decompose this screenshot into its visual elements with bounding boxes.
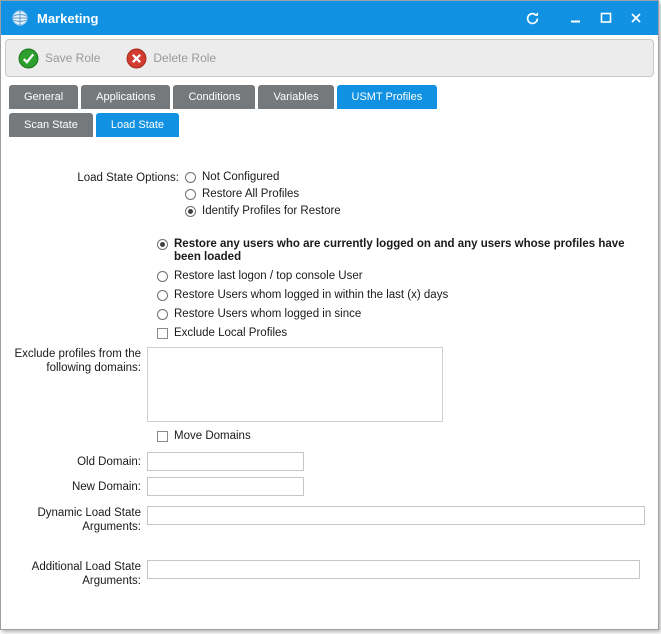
tab-load-state[interactable]: Load State: [96, 113, 179, 137]
exclude-domains-label: Exclude profiles from the following doma…: [7, 347, 147, 375]
dynamic-args-label: Dynamic Load State Arguments:: [7, 506, 147, 534]
maximize-icon[interactable]: [594, 6, 618, 30]
refresh-icon[interactable]: [520, 6, 544, 30]
tab-general[interactable]: General: [9, 85, 78, 109]
new-domain-label: New Domain:: [7, 477, 147, 494]
old-domain-label: Old Domain:: [7, 452, 147, 469]
exclude-domains-row: Exclude profiles from the following doma…: [7, 347, 646, 422]
old-domain-row: Old Domain:: [7, 452, 646, 471]
radio-restore-logged-on-users[interactable]: Restore any users who are currently logg…: [157, 238, 646, 264]
checkbox-icon: [157, 431, 168, 442]
load-state-options-group: Not Configured Restore All Profiles Iden…: [185, 171, 341, 222]
title-bar: Marketing: [1, 1, 658, 35]
tab-scan-state[interactable]: Scan State: [9, 113, 93, 137]
exclude-domains-textarea[interactable]: [147, 347, 443, 422]
window-controls: [520, 6, 648, 30]
window-title: Marketing: [37, 11, 520, 26]
load-state-options-row: Load State Options: Not Configured Resto…: [7, 171, 646, 222]
save-role-button[interactable]: Save Role: [18, 48, 100, 69]
radio-label: Restore last logon / top console User: [174, 270, 363, 283]
secondary-tabs: Scan State Load State: [9, 113, 658, 137]
save-role-label: Save Role: [45, 51, 100, 65]
radio-restore-last-x-days[interactable]: Restore Users whom logged in within the …: [157, 289, 646, 302]
delete-role-button[interactable]: Delete Role: [126, 48, 216, 69]
old-domain-input[interactable]: [147, 452, 304, 471]
tab-usmt-profiles[interactable]: USMT Profiles: [337, 85, 438, 109]
exclude-local-profiles-checkbox[interactable]: Exclude Local Profiles: [157, 327, 646, 339]
checkbox-label: Move Domains: [174, 430, 251, 442]
minimize-icon[interactable]: [564, 6, 588, 30]
radio-not-configured[interactable]: Not Configured: [185, 171, 341, 184]
load-state-panel: Load State Options: Not Configured Resto…: [1, 137, 658, 588]
radio-restore-since[interactable]: Restore Users whom logged in since: [157, 308, 646, 321]
radio-icon: [157, 309, 168, 320]
checkbox-label: Exclude Local Profiles: [174, 327, 287, 339]
radio-identify-profiles[interactable]: Identify Profiles for Restore: [185, 205, 341, 218]
radio-icon: [157, 290, 168, 301]
delete-x-icon: [126, 48, 147, 69]
close-icon[interactable]: [624, 6, 648, 30]
additional-args-input[interactable]: [147, 560, 640, 579]
radio-label: Restore any users who are currently logg…: [174, 238, 646, 264]
primary-tabs: General Applications Conditions Variable…: [9, 85, 658, 109]
marketing-window: Marketing: [0, 0, 659, 630]
new-domain-row: New Domain:: [7, 477, 646, 496]
dynamic-args-input[interactable]: [147, 506, 645, 525]
additional-args-row: Additional Load State Arguments:: [7, 560, 646, 588]
radio-label: Not Configured: [202, 171, 279, 184]
radio-icon: [185, 172, 196, 183]
additional-args-label: Additional Load State Arguments:: [7, 560, 147, 588]
load-state-options-label: Load State Options:: [7, 171, 185, 185]
radio-icon-selected: [157, 239, 168, 250]
tab-variables[interactable]: Variables: [258, 85, 333, 109]
radio-icon: [157, 271, 168, 282]
tab-applications[interactable]: Applications: [81, 85, 170, 109]
dynamic-args-row: Dynamic Load State Arguments:: [7, 506, 646, 534]
tab-conditions[interactable]: Conditions: [173, 85, 255, 109]
radio-icon: [185, 189, 196, 200]
new-domain-input[interactable]: [147, 477, 304, 496]
radio-label: Restore Users whom logged in within the …: [174, 289, 448, 302]
radio-label: Identify Profiles for Restore: [202, 205, 341, 218]
move-domains-checkbox[interactable]: Move Domains: [157, 430, 646, 442]
radio-icon-selected: [185, 206, 196, 217]
toolbar: Save Role Delete Role: [5, 39, 654, 77]
radio-label: Restore Users whom logged in since: [174, 308, 361, 321]
delete-role-label: Delete Role: [153, 51, 216, 65]
radio-restore-all-profiles[interactable]: Restore All Profiles: [185, 188, 341, 201]
restore-options-group: Restore any users who are currently logg…: [157, 238, 646, 321]
radio-restore-last-logon[interactable]: Restore last logon / top console User: [157, 270, 646, 283]
radio-label: Restore All Profiles: [202, 188, 299, 201]
checkbox-icon: [157, 328, 168, 339]
app-globe-icon: [11, 9, 29, 27]
save-check-icon: [18, 48, 39, 69]
